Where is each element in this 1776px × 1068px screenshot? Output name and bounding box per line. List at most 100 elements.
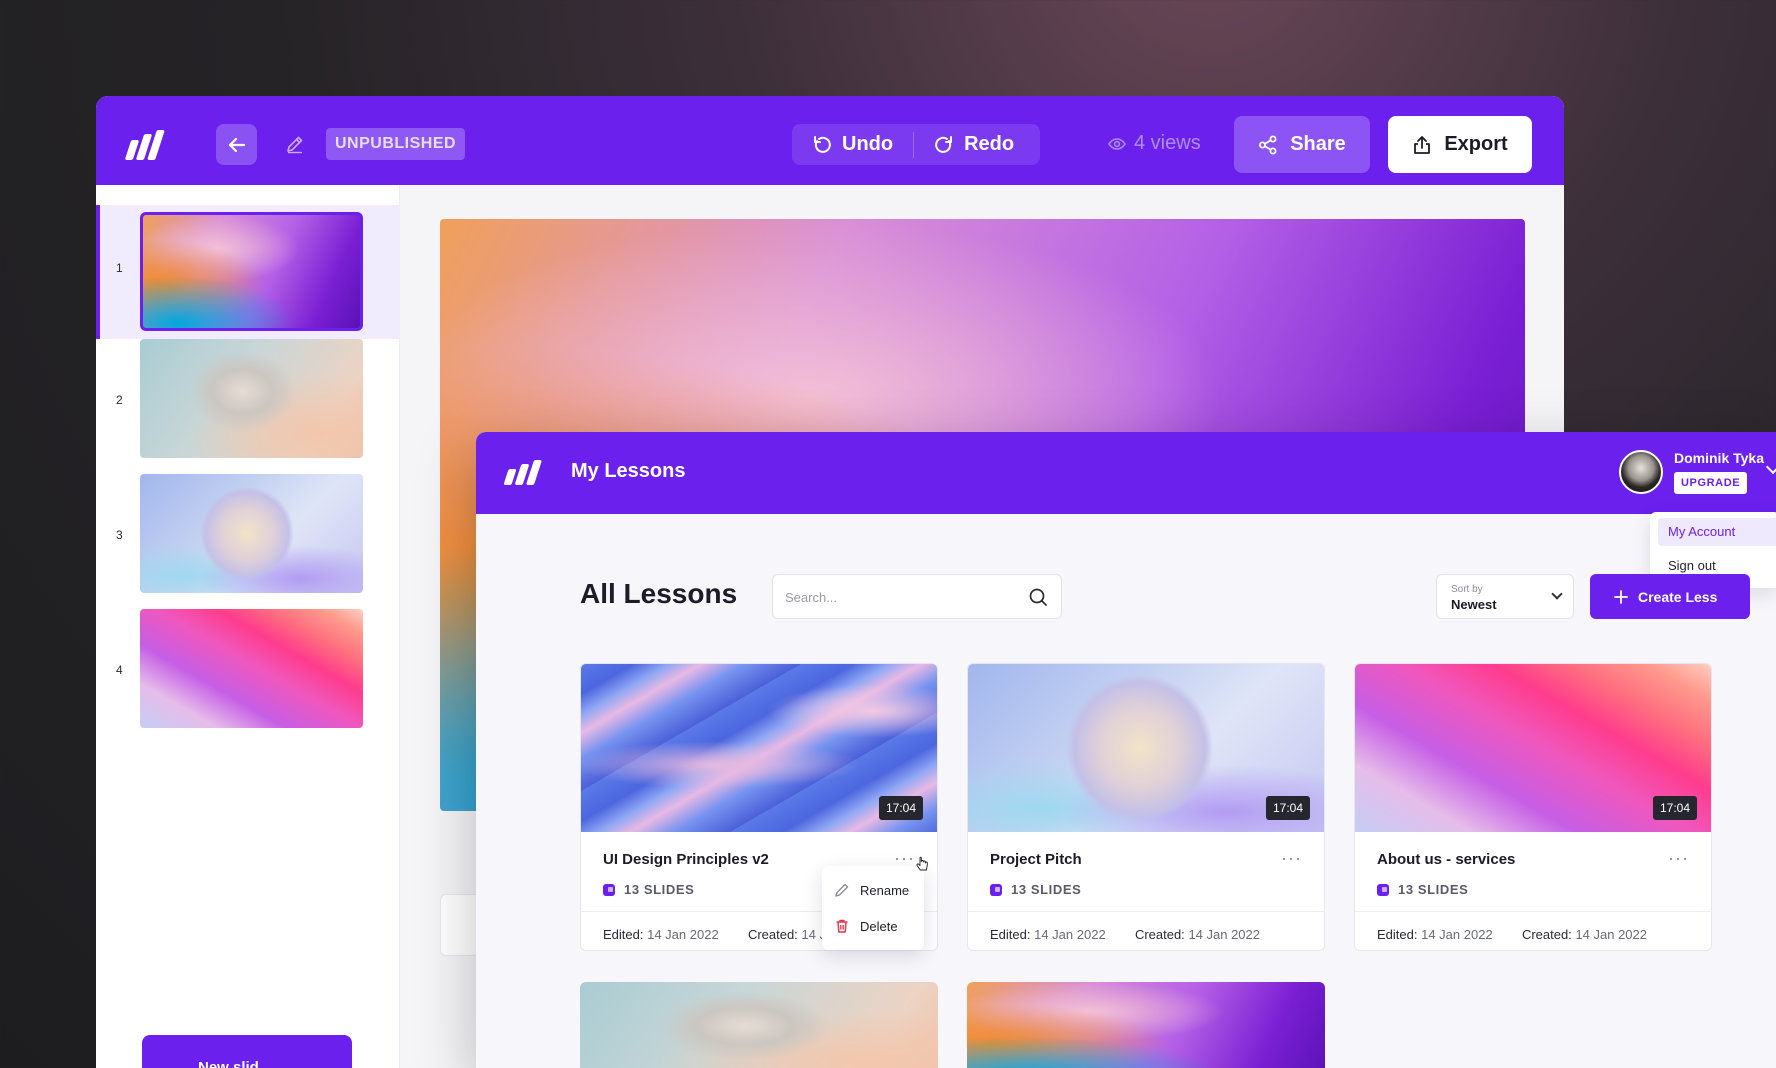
slide-preview: [140, 339, 363, 458]
lesson-dates: Edited: 14 Jan 2022 Created: 14 Jan 2022: [990, 927, 1260, 942]
history-controls: Undo Redo: [792, 124, 1040, 165]
view-count: 4 views: [1108, 132, 1201, 155]
slides-icon: [603, 883, 615, 896]
slide-number: 2: [116, 393, 123, 407]
slide-preview: [140, 609, 363, 728]
share-button[interactable]: Share: [1234, 116, 1370, 173]
chevron-down-icon[interactable]: [1765, 459, 1776, 475]
edited-label: Edited:: [603, 927, 644, 942]
duration-badge: 17:04: [1265, 796, 1310, 820]
slide-count-label: 13 SLIDES: [1011, 882, 1082, 897]
edited-label: Edited:: [1377, 927, 1418, 942]
slides-icon: [990, 883, 1002, 896]
canvas-panel: [440, 894, 480, 956]
slides-icon: [1377, 883, 1389, 896]
redo-button[interactable]: Redo: [914, 124, 1034, 165]
slide-count-label: 13 SLIDES: [624, 882, 695, 897]
slide-count: 13 SLIDES: [1377, 882, 1468, 897]
share-label: Share: [1290, 133, 1346, 155]
undo-icon: [814, 135, 831, 153]
user-name[interactable]: Dominik Tyka: [1674, 450, 1764, 466]
edited-date: 14 Jan 2022: [647, 927, 719, 942]
slide-thumbnail-item[interactable]: 3: [96, 474, 400, 608]
undo-label: Undo: [842, 133, 894, 155]
cursor-hand-icon: [916, 856, 928, 871]
lesson-thumbnail[interactable]: [580, 982, 938, 1068]
duration-badge: 17:04: [1652, 796, 1697, 820]
create-lesson-button[interactable]: Create Less: [1590, 574, 1750, 619]
new-slide-button[interactable]: New slid: [142, 1035, 352, 1068]
lesson-title[interactable]: Project Pitch: [990, 851, 1082, 868]
more-options-icon[interactable]: ···: [1668, 848, 1689, 869]
created-date: 14 Jan 2022: [1188, 927, 1261, 942]
edited-label: Edited:: [990, 927, 1031, 942]
arrow-left-icon: [228, 137, 245, 152]
export-button[interactable]: Export: [1388, 116, 1532, 173]
duration-badge: 17:04: [878, 796, 923, 820]
slide-count: 13 SLIDES: [990, 882, 1081, 897]
rename-menu-item[interactable]: Rename: [834, 882, 909, 898]
slide-thumbnail-item[interactable]: 2: [96, 339, 400, 473]
slide-number: 4: [116, 663, 123, 677]
lesson-thumbnail[interactable]: [967, 982, 1325, 1068]
slide-number: 3: [116, 528, 123, 542]
slide-thumbnail-item[interactable]: 4: [96, 609, 400, 743]
lesson-card[interactable]: 17:04 About us - services ··· 13 SLIDES …: [1354, 663, 1712, 951]
redo-label: Redo: [964, 133, 1015, 155]
menu-item-my-account[interactable]: My Account: [1658, 518, 1776, 546]
slide-thumbnail-item[interactable]: 1: [96, 205, 400, 339]
page-title: All Lessons: [580, 578, 738, 609]
lesson-dates: Edited: 14 Jan 2022 Created: 14 Ja: [603, 927, 833, 942]
edited-date: 14 Jan 2022: [1421, 927, 1493, 942]
pencil-icon: [835, 883, 849, 897]
sort-label: Sort by: [1451, 584, 1483, 595]
app-logo-icon[interactable]: [124, 130, 165, 160]
rename-label: Rename: [860, 882, 910, 898]
upload-icon: [1414, 135, 1431, 154]
divider: [1355, 911, 1711, 912]
redo-icon: [935, 135, 953, 153]
app-logo-icon[interactable]: [503, 460, 543, 485]
search-input[interactable]: [785, 587, 1015, 607]
lesson-title[interactable]: About us - services: [1377, 851, 1515, 868]
sort-dropdown[interactable]: Sort by Newest: [1436, 574, 1574, 619]
pencil-icon: [287, 136, 303, 154]
lesson-context-menu: Rename Delete: [822, 866, 924, 950]
create-lesson-label: Create Less: [1638, 588, 1718, 605]
views-label: 4 views: [1134, 132, 1201, 154]
new-slide-label: New slid: [198, 1059, 259, 1068]
delete-menu-item[interactable]: Delete: [834, 918, 898, 934]
slide-count: 13 SLIDES: [603, 882, 694, 897]
lesson-dates: Edited: 14 Jan 2022 Created: 14 Jan 2022: [1377, 927, 1647, 942]
search-box: [772, 574, 1062, 619]
delete-label: Delete: [860, 918, 898, 934]
slide-preview: [140, 212, 363, 331]
back-button[interactable]: [216, 124, 257, 165]
eye-icon: [1108, 137, 1126, 150]
lesson-card[interactable]: 17:04 Project Pitch ··· 13 SLIDES Edited…: [967, 663, 1325, 951]
lessons-header: My Lessons Dominik Tyka UPGRADE: [476, 432, 1776, 514]
created-label: Created:: [1521, 927, 1572, 942]
export-label: Export: [1444, 133, 1508, 155]
avatar[interactable]: [1619, 450, 1663, 494]
trash-icon: [836, 919, 848, 933]
created-label: Created:: [1134, 927, 1185, 942]
slide-preview: [140, 474, 363, 593]
editor-toolbar: UNPUBLISHED Undo Redo 4 views Share Expo…: [96, 96, 1564, 185]
lessons-window: My Lessons Dominik Tyka UPGRADE My Accou…: [476, 432, 1776, 1068]
slide-number: 1: [116, 261, 123, 275]
more-options-icon[interactable]: ···: [1281, 848, 1302, 869]
divider: [968, 911, 1324, 912]
slides-sidebar: 1 2 3 4: [96, 185, 400, 1068]
undo-button[interactable]: Undo: [792, 124, 913, 165]
chevron-down-icon: [1551, 588, 1563, 600]
app-title: My Lessons: [571, 460, 686, 482]
share-icon: [1259, 135, 1277, 154]
status-badge: UNPUBLISHED: [326, 128, 466, 160]
sort-value: Newest: [1451, 597, 1497, 612]
lesson-title[interactable]: UI Design Principles v2: [603, 851, 769, 868]
edit-title-button[interactable]: [278, 127, 312, 161]
upgrade-badge[interactable]: UPGRADE: [1674, 472, 1748, 494]
plus-icon: [1614, 589, 1628, 604]
search-icon[interactable]: [1028, 587, 1048, 607]
